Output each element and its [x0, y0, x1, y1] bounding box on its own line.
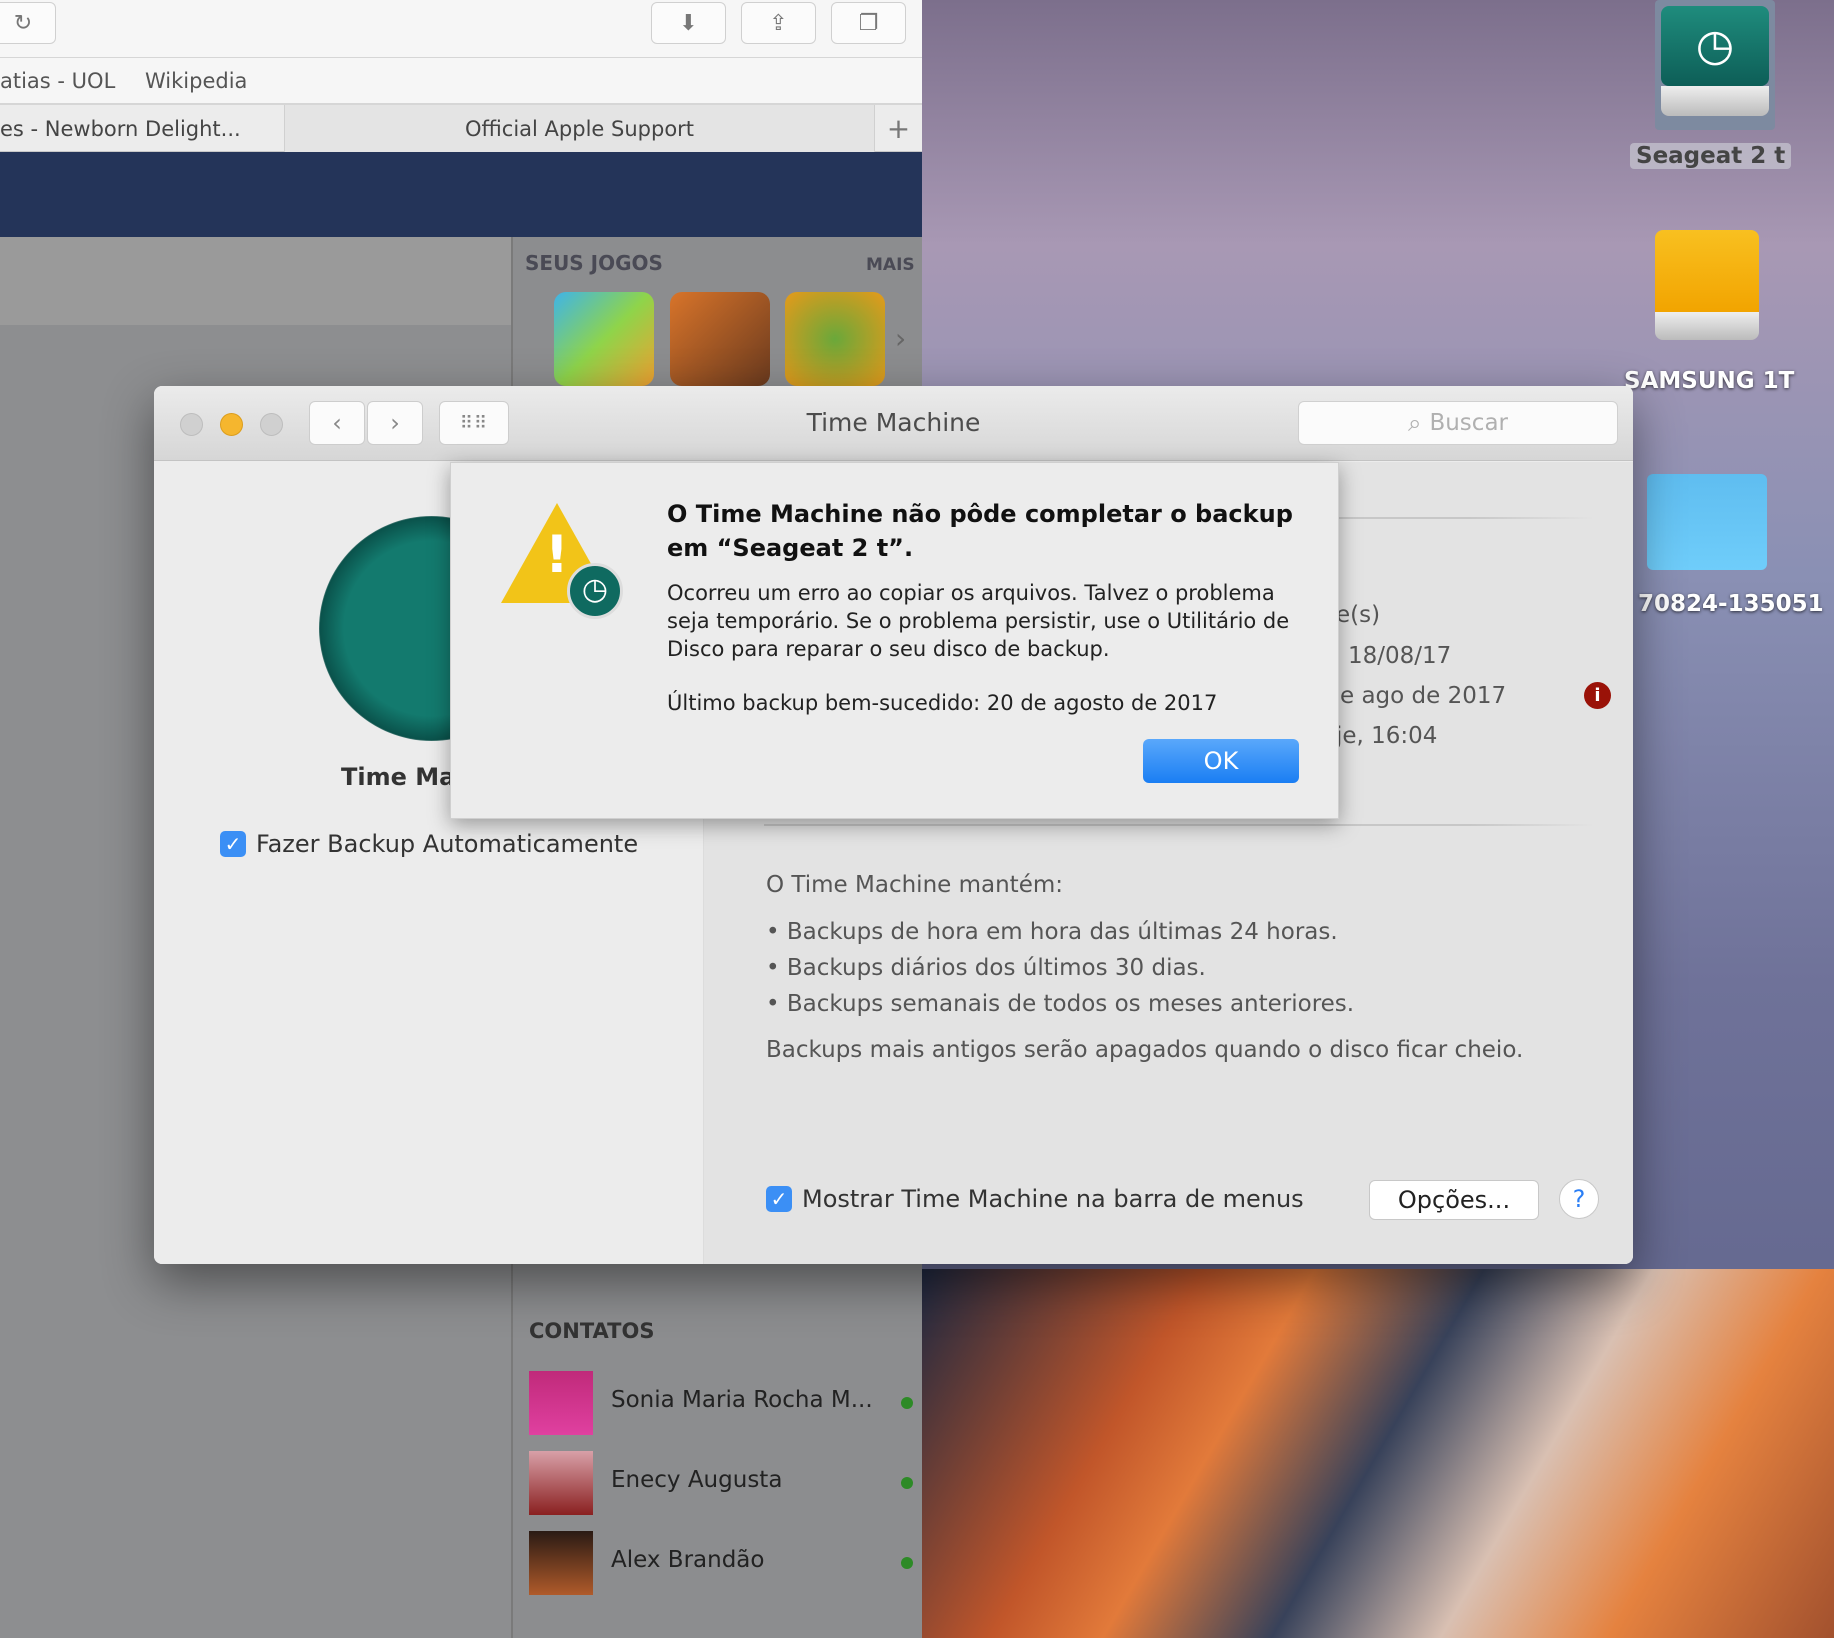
bookmarks-bar: atias - UOL Wikipedia: [0, 58, 922, 105]
time-machine-drive-icon: ◷: [1655, 0, 1775, 130]
contacts-header: CONTATOS: [529, 1319, 655, 1343]
folder-icon: [1647, 474, 1767, 570]
games-header: SEUS JOGOS: [525, 251, 663, 275]
last-backup-text: Último backup bem-sucedido: 20 de agosto…: [667, 691, 1218, 715]
alert-title: O Time Machine não pôde completar o back…: [667, 500, 1293, 562]
ok-button[interactable]: OK: [1143, 739, 1299, 783]
game-thumbnail[interactable]: [554, 292, 654, 386]
downloads-button[interactable]: ⬇: [651, 2, 726, 44]
info-icon[interactable]: i: [1584, 682, 1611, 709]
warning-exclamation-icon: !: [545, 525, 569, 585]
search-input[interactable]: ⌕ Buscar: [1298, 401, 1618, 445]
keeps-header: O Time Machine mantém:: [766, 872, 1064, 898]
status-line: e(s): [1336, 602, 1381, 628]
app-name-label: Time Ma: [341, 763, 456, 791]
safari-toolbar: ↻ ⬇ ⇪ ❐: [0, 0, 922, 58]
tab-apple-support[interactable]: Official Apple Support: [285, 105, 875, 152]
desktop-icon-seagate[interactable]: ◷ Seageat 2 t: [1600, 0, 1834, 180]
oldest-backup: 18/08/17: [1348, 643, 1452, 669]
title-bar: ‹ › ⠿⠿ Time Machine ⌕ Buscar: [154, 386, 1633, 461]
desktop-icon-label: 70824-135051: [1638, 591, 1824, 617]
checkmark-icon: ✓: [220, 831, 246, 857]
bullet-item: • Backups de hora em hora das últimas 24…: [766, 919, 1338, 945]
game-thumbnail[interactable]: [670, 292, 770, 386]
desktop-icon-label: SAMSUNG 1T: [1624, 368, 1795, 394]
bookmark-item[interactable]: atias - UOL: [0, 69, 115, 93]
auto-backup-checkbox[interactable]: ✓ Fazer Backup Automaticamente: [220, 830, 638, 858]
contact-item[interactable]: Enecy Augusta: [529, 1451, 913, 1515]
time-machine-window: ‹ › ⠿⠿ Time Machine ⌕ Buscar Time Ma ✓ F…: [154, 386, 1633, 1264]
options-button[interactable]: Opções...: [1369, 1180, 1539, 1220]
wallpaper-mountain: [922, 1269, 1834, 1638]
share-button[interactable]: ⇪: [741, 2, 816, 44]
alert-sheet: ! ◷ O Time Machine não pôde completar o …: [450, 462, 1339, 819]
avatar: [529, 1371, 593, 1435]
tab-newborn[interactable]: es - Newborn Delight...: [0, 105, 285, 152]
time-machine-badge-icon: ◷: [567, 563, 623, 619]
divider: [764, 824, 1594, 826]
page-header-banner: [0, 152, 922, 237]
more-link[interactable]: MAIS: [866, 255, 915, 275]
external-drive-icon: [1655, 230, 1759, 342]
avatar: [529, 1451, 593, 1515]
desktop-icon-label: Seageat 2 t: [1630, 143, 1792, 169]
desktop-icon-folder[interactable]: 70824-135051: [1600, 460, 1834, 630]
next-backup: je, 16:04: [1336, 723, 1438, 749]
page-content: [0, 237, 511, 325]
chevron-right-icon[interactable]: ›: [895, 322, 906, 355]
tab-bar: es - Newborn Delight... Official Apple S…: [0, 105, 922, 152]
show-in-menubar-checkbox[interactable]: ✓ Mostrar Time Machine na barra de menus: [766, 1185, 1304, 1213]
bullet-item: • Backups semanais de todos os meses ant…: [766, 991, 1355, 1017]
reload-button[interactable]: ↻: [0, 2, 56, 44]
bookmark-item[interactable]: Wikipedia: [145, 69, 247, 93]
bullet-item: • Backups diários dos últimos 30 dias.: [766, 955, 1206, 981]
footnote: Backups mais antigos serão apagados quan…: [766, 1037, 1524, 1063]
online-status-dot: [901, 1477, 913, 1489]
new-tab-button[interactable]: +: [875, 105, 922, 152]
online-status-dot: [901, 1557, 913, 1569]
tabs-overview-button[interactable]: ❐: [831, 2, 906, 44]
desktop-icon-samsung[interactable]: SAMSUNG 1T: [1600, 225, 1834, 405]
latest-backup: e ago de 2017: [1340, 683, 1507, 709]
avatar: [529, 1531, 593, 1595]
contact-item[interactable]: Sonia Maria Rocha M...: [529, 1371, 913, 1435]
contact-item[interactable]: Alex Brandão: [529, 1531, 913, 1595]
search-icon: ⌕: [1408, 409, 1422, 437]
online-status-dot: [901, 1397, 913, 1409]
help-button[interactable]: ?: [1559, 1179, 1599, 1219]
alert-message: Ocorreu um erro ao copiar os arquivos. T…: [667, 581, 1290, 661]
checkmark-icon: ✓: [766, 1186, 792, 1212]
game-thumbnail[interactable]: [785, 292, 885, 386]
